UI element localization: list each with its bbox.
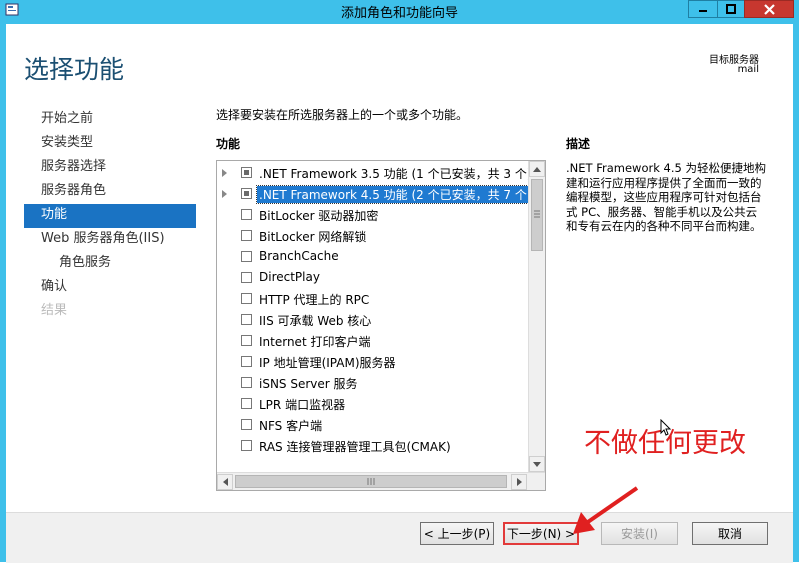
chevron-left-icon	[222, 478, 228, 486]
feature-checkbox[interactable]	[241, 314, 252, 325]
horizontal-scrollbar[interactable]	[217, 472, 545, 490]
previous-button[interactable]: < 上一步(P)	[420, 522, 494, 545]
feature-label: HTTP 代理上的 RPC	[259, 293, 370, 307]
feature-label: .NET Framework 4.5 功能 (2 个已安装，共 7 个)	[256, 185, 528, 204]
vertical-scroll-thumb[interactable]	[531, 179, 543, 251]
feature-row[interactable]: NFS 客户端	[217, 415, 528, 436]
chevron-right-icon	[516, 478, 522, 486]
nav-item-confirmation[interactable]: 确认	[24, 276, 196, 300]
feature-label: iSNS Server 服务	[259, 377, 358, 391]
nav-item-before-you-begin[interactable]: 开始之前	[24, 108, 196, 132]
nav-item-server-roles[interactable]: 服务器角色	[24, 180, 196, 204]
feature-row[interactable]: RAS 连接管理器管理工具包(CMAK)	[217, 436, 528, 457]
scroll-left-button[interactable]	[217, 474, 233, 490]
feature-row[interactable]: LPR 端口监视器	[217, 394, 528, 415]
feature-checkbox[interactable]	[241, 167, 252, 178]
annotation-arrow-icon	[573, 486, 639, 534]
mouse-cursor-icon	[660, 419, 672, 436]
feature-label: Internet 打印客户端	[259, 335, 371, 349]
partial-check-icon	[244, 191, 249, 196]
page-title: 选择功能	[24, 55, 125, 84]
feature-row[interactable]: HTTP 代理上的 RPC	[217, 289, 528, 310]
feature-label: IP 地址管理(IPAM)服务器	[259, 356, 396, 370]
maximize-button[interactable]	[717, 0, 745, 18]
feature-label: .NET Framework 3.5 功能 (1 个已安装，共 3 个)	[259, 167, 528, 181]
feature-row[interactable]: BitLocker 网络解锁	[217, 226, 528, 247]
features-list[interactable]: .NET Framework 3.5 功能 (1 个已安装，共 3 个) .NET…	[216, 160, 546, 491]
title-bar[interactable]: 添加角色和功能向导	[0, 0, 799, 24]
nav-item-features[interactable]: 功能	[24, 204, 196, 228]
feature-checkbox[interactable]	[241, 356, 252, 367]
scroll-up-button[interactable]	[529, 161, 545, 177]
window-frame: 添加角色和功能向导 选择功能 目标服务器 mail 开始之前 安装类型 服务器选…	[0, 0, 799, 563]
target-server-name: mail	[737, 64, 759, 75]
feature-label: DirectPlay	[259, 270, 320, 284]
feature-label: NFS 客户端	[259, 419, 323, 433]
nav-item-results: 结果	[41, 303, 68, 318]
grip-icon	[534, 210, 540, 218]
features-heading: 功能	[216, 137, 241, 151]
description-text: .NET Framework 4.5 为轻松便捷地构建和运行应用程序提供了全面而…	[566, 161, 766, 233]
feature-row[interactable]: BranchCache	[217, 247, 528, 268]
feature-row[interactable]: Internet 打印客户端	[217, 331, 528, 352]
feature-label: BitLocker 驱动器加密	[259, 209, 379, 223]
expand-arrow-icon[interactable]	[222, 190, 227, 198]
feature-checkbox[interactable]	[241, 398, 252, 409]
close-button[interactable]	[744, 0, 794, 18]
feature-row[interactable]: IP 地址管理(IPAM)服务器	[217, 352, 528, 373]
feature-checkbox[interactable]	[241, 335, 252, 346]
feature-label: RAS 连接管理器管理工具包(CMAK)	[259, 440, 451, 454]
scroll-right-button[interactable]	[511, 474, 527, 490]
partial-check-icon	[244, 170, 249, 175]
minimize-icon	[699, 10, 707, 12]
feature-row[interactable]: .NET Framework 3.5 功能 (1 个已安装，共 3 个)	[217, 163, 528, 184]
close-icon	[763, 3, 775, 15]
feature-row[interactable]: BitLocker 驱动器加密	[217, 205, 528, 226]
wizard-nav: 开始之前 安装类型 服务器选择 服务器角色 功能 Web 服务器角色(IIS) …	[24, 108, 196, 324]
feature-checkbox[interactable]	[241, 230, 252, 241]
feature-checkbox[interactable]	[241, 377, 252, 388]
nav-item-installation-type[interactable]: 安装类型	[24, 132, 196, 156]
expand-arrow-icon[interactable]	[222, 169, 227, 177]
feature-row[interactable]: iSNS Server 服务	[217, 373, 528, 394]
nav-item-server-selection[interactable]: 服务器选择	[24, 156, 196, 180]
feature-checkbox[interactable]	[241, 440, 252, 451]
description-heading: 描述	[566, 137, 591, 151]
horizontal-scroll-thumb[interactable]	[235, 475, 507, 488]
grip-icon	[367, 478, 375, 485]
instruction-text: 选择要安装在所选服务器上的一个或多个功能。	[216, 108, 469, 122]
nav-item-web-server-role[interactable]: Web 服务器角色(IIS)	[24, 228, 196, 252]
feature-label: LPR 端口监视器	[259, 398, 346, 412]
vertical-scrollbar[interactable]	[528, 161, 545, 472]
chevron-down-icon	[533, 461, 541, 467]
feature-row[interactable]: DirectPlay	[217, 268, 528, 289]
maximize-icon	[726, 4, 736, 14]
feature-label: BitLocker 网络解锁	[259, 230, 367, 244]
scroll-down-button[interactable]	[529, 456, 545, 472]
feature-checkbox[interactable]	[241, 419, 252, 430]
feature-checkbox[interactable]	[241, 251, 252, 262]
nav-item-role-services[interactable]: 角色服务	[24, 252, 196, 276]
window-title: 添加角色和功能向导	[340, 6, 458, 21]
cancel-button[interactable]: 取消	[692, 522, 768, 545]
feature-checkbox[interactable]	[241, 272, 252, 283]
feature-row[interactable]: .NET Framework 4.5 功能 (2 个已安装，共 7 个)	[217, 184, 528, 205]
feature-checkbox[interactable]	[241, 188, 252, 199]
feature-checkbox[interactable]	[241, 209, 252, 220]
feature-checkbox[interactable]	[241, 293, 252, 304]
minimize-button[interactable]	[688, 0, 718, 18]
chevron-up-icon	[533, 166, 541, 172]
features-list-viewport: .NET Framework 3.5 功能 (1 个已安装，共 3 个) .NET…	[217, 161, 528, 472]
wizard-content: 选择功能 目标服务器 mail 开始之前 安装类型 服务器选择 服务器角色 功能…	[6, 24, 793, 563]
feature-label: IIS 可承载 Web 核心	[259, 314, 372, 328]
feature-row[interactable]: IIS 可承载 Web 核心	[217, 310, 528, 331]
feature-label: BranchCache	[259, 249, 339, 263]
